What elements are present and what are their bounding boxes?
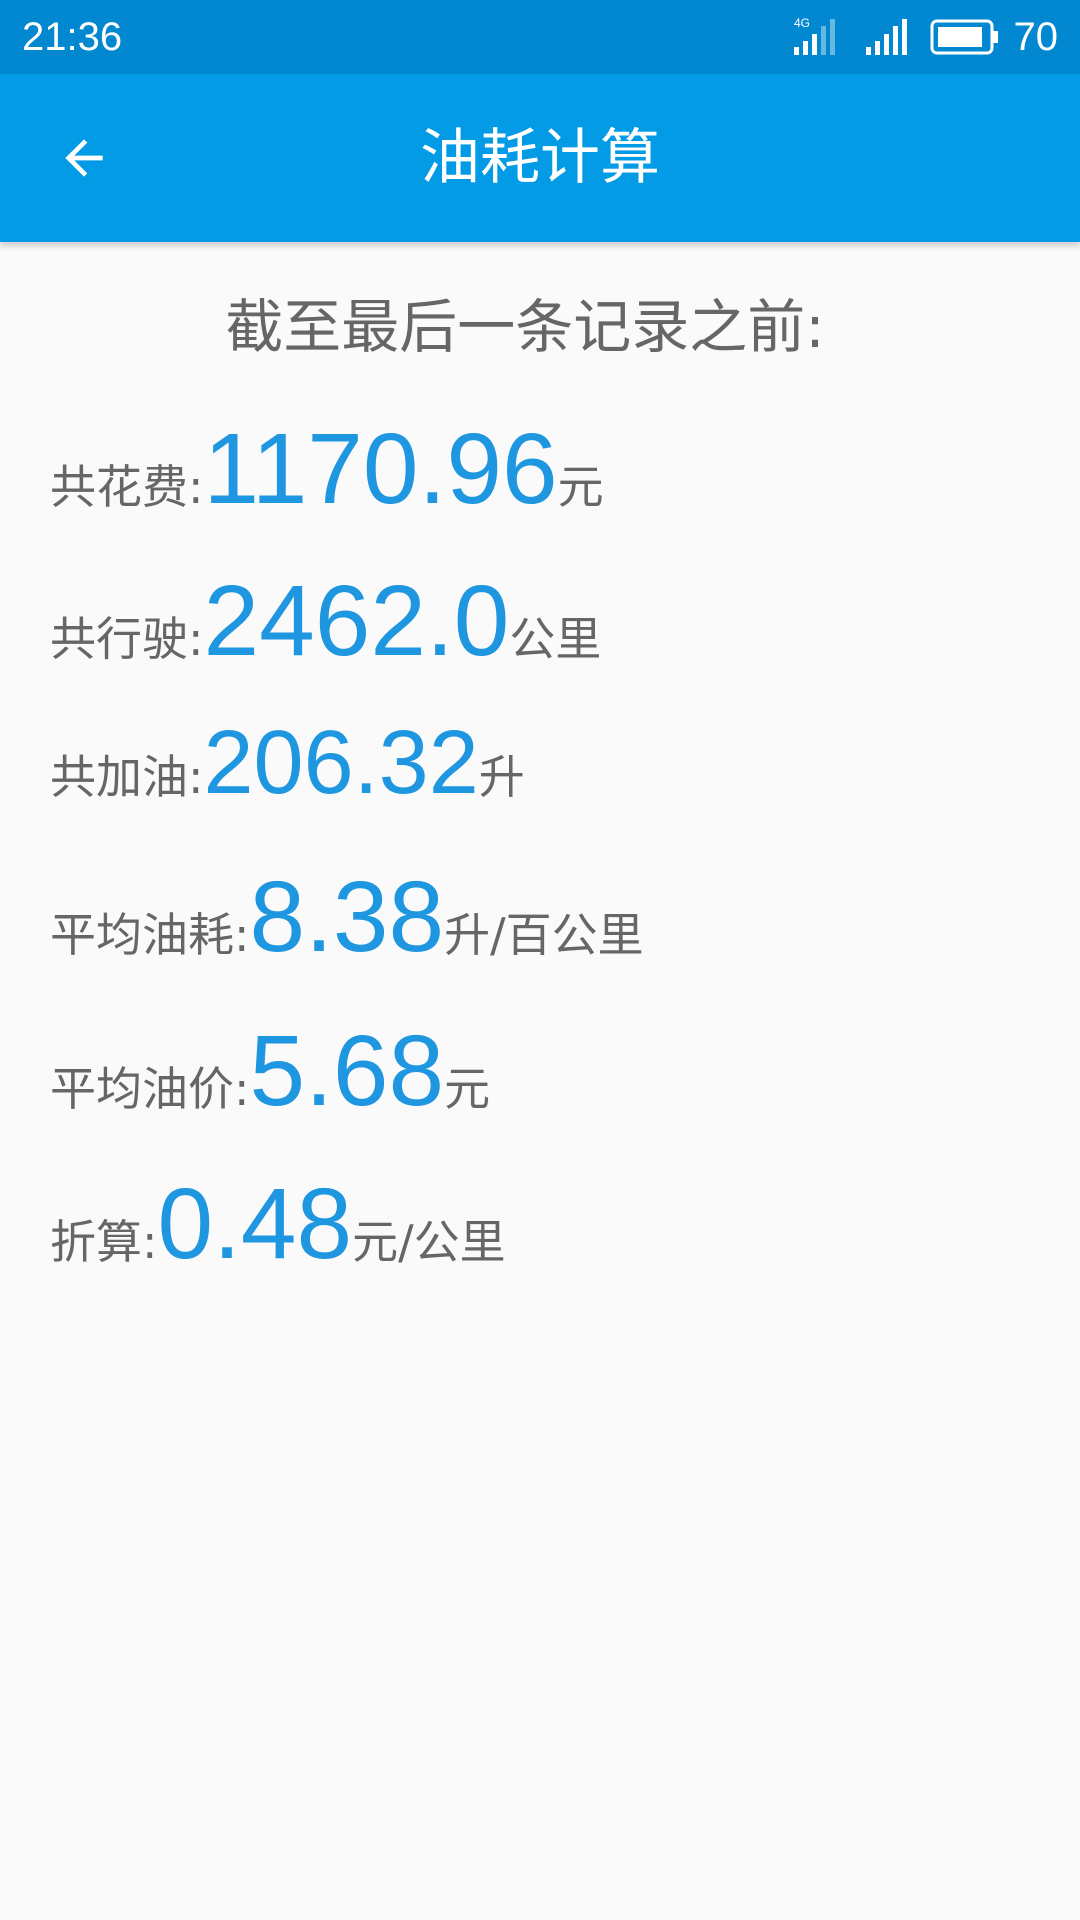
arrow-left-icon bbox=[65, 139, 103, 177]
battery-level: 70 bbox=[1013, 15, 1059, 59]
status-time: 21:36 bbox=[22, 15, 123, 59]
avg-price-value: 5.68 bbox=[249, 1015, 445, 1127]
total-cost-label: 共花费: bbox=[50, 460, 204, 514]
cost-per-km-unit: 元/公里 bbox=[352, 1215, 506, 1269]
total-distance-row: 共行驶:2462.0公里 bbox=[50, 564, 601, 679]
app-bar: 油耗计算 bbox=[0, 74, 1080, 242]
avg-price-label: 平均油价: bbox=[50, 1062, 250, 1116]
back-button[interactable] bbox=[40, 114, 128, 202]
avg-consumption-label: 平均油耗: bbox=[50, 908, 250, 962]
total-fuel-value: 206.32 bbox=[203, 713, 479, 813]
status-bar: 21:36 4G 70 bbox=[0, 0, 1080, 74]
total-fuel-label: 共加油: bbox=[50, 750, 204, 804]
avg-consumption-row: 平均油耗:8.38升/百公里 bbox=[50, 860, 644, 975]
total-fuel-unit: 升 bbox=[478, 750, 525, 804]
signal-icon bbox=[866, 19, 907, 55]
total-fuel-row: 共加油:206.32升 bbox=[50, 712, 525, 815]
battery-icon bbox=[930, 19, 998, 55]
total-distance-unit: 公里 bbox=[509, 612, 602, 666]
total-cost-value: 1170.96 bbox=[203, 413, 558, 525]
summary-subtitle: 截至最后一条记录之前: bbox=[225, 293, 825, 361]
page-title: 油耗计算 bbox=[420, 123, 660, 193]
total-distance-label: 共行驶: bbox=[50, 612, 204, 666]
total-cost-unit: 元 bbox=[557, 460, 604, 514]
cost-per-km-label: 折算: bbox=[50, 1215, 158, 1269]
cost-per-km-row: 折算:0.48元/公里 bbox=[50, 1167, 506, 1282]
cost-per-km-value: 0.48 bbox=[157, 1168, 353, 1280]
avg-price-unit: 元 bbox=[444, 1062, 491, 1116]
total-cost-row: 共花费:1170.96元 bbox=[50, 412, 604, 527]
4g-signal-icon: 4G bbox=[794, 17, 835, 55]
avg-consumption-value: 8.38 bbox=[249, 861, 445, 973]
total-distance-value: 2462.0 bbox=[203, 565, 510, 677]
avg-consumption-unit: 升/百公里 bbox=[444, 908, 644, 962]
svg-text:4G: 4G bbox=[794, 17, 810, 30]
avg-price-row: 平均油价:5.68元 bbox=[50, 1014, 490, 1129]
